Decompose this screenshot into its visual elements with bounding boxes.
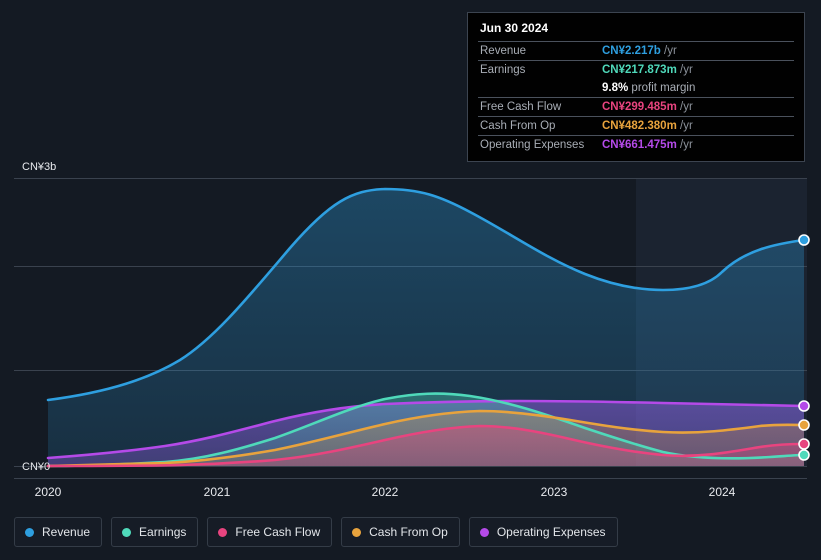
tooltip-value-cash-from-op: CN¥482.380m [602, 120, 677, 132]
x-tick-2023: 2023 [541, 485, 568, 499]
tooltip-row-cash-from-op: Cash From Op CN¥482.380m /yr [478, 116, 794, 136]
legend-item-free-cash-flow[interactable]: Free Cash Flow [207, 517, 333, 547]
chart-legend: Revenue Earnings Free Cash Flow Cash Fro… [14, 517, 618, 547]
tooltip-unit-revenue: /yr [664, 45, 677, 57]
legend-label-operating-expenses: Operating Expenses [496, 525, 606, 539]
legend-item-operating-expenses[interactable]: Operating Expenses [468, 517, 618, 547]
tooltip-label-operating-expenses: Operating Expenses [478, 135, 600, 154]
financial-chart-page: CN¥3b CN¥0 2020 2021 2022 2023 2024 Jun … [0, 0, 821, 560]
tooltip-row-operating-expenses: Operating Expenses CN¥661.475m /yr [478, 135, 794, 154]
tooltip-label-spacer [478, 79, 600, 98]
free-cash-flow-color-dot [218, 527, 228, 537]
tooltip-table: Revenue CN¥2.217b /yr Earnings CN¥217.87… [478, 41, 794, 154]
tooltip-unit-free-cash-flow: /yr [680, 101, 693, 113]
cash-from-op-color-dot [352, 527, 362, 537]
x-tick-2020: 2020 [35, 485, 62, 499]
tooltip-value-profit-margin: 9.8% [602, 82, 629, 94]
x-tick-2024: 2024 [709, 485, 736, 499]
tooltip-unit-operating-expenses: /yr [680, 139, 693, 151]
tooltip-label-earnings: Earnings [478, 60, 600, 79]
legend-label-earnings: Earnings [139, 525, 187, 539]
endpoint-operating-expenses [798, 400, 810, 412]
tooltip-unit-earnings: /yr [680, 64, 693, 76]
tooltip-row-revenue: Revenue CN¥2.217b /yr [478, 41, 794, 61]
x-tick-2021: 2021 [204, 485, 231, 499]
y-axis-bottom-label: CN¥0 [22, 461, 50, 473]
tooltip-value-revenue: CN¥2.217b [602, 45, 661, 57]
endpoint-earnings [798, 449, 810, 461]
tooltip-label-free-cash-flow: Free Cash Flow [478, 97, 600, 117]
tooltip-value-free-cash-flow: CN¥299.485m [602, 101, 677, 113]
tooltip-value-earnings: CN¥217.873m [602, 64, 677, 76]
legend-item-cash-from-op[interactable]: Cash From Op [341, 517, 460, 547]
endpoint-cash-from-op [798, 419, 810, 431]
legend-label-cash-from-op: Cash From Op [369, 525, 448, 539]
endpoint-free-cash-flow [798, 438, 810, 450]
earnings-color-dot [122, 527, 132, 537]
tooltip-row-profit-margin: 9.8% profit margin [478, 79, 794, 98]
legend-item-earnings[interactable]: Earnings [111, 517, 199, 547]
tooltip-label-cash-from-op: Cash From Op [478, 116, 600, 136]
tooltip-label-revenue: Revenue [478, 41, 600, 61]
tooltip-date: Jun 30 2024 [480, 21, 549, 35]
operating-expenses-color-dot [479, 527, 489, 537]
tooltip-row-earnings: Earnings CN¥217.873m /yr [478, 60, 794, 79]
y-axis-top-label: CN¥3b [22, 161, 56, 173]
tooltip-unit-cash-from-op: /yr [680, 120, 693, 132]
chart-tooltip: Jun 30 2024 Revenue CN¥2.217b /yr Earnin… [467, 12, 805, 162]
legend-item-revenue[interactable]: Revenue [14, 517, 103, 547]
x-tick-2022: 2022 [372, 485, 399, 499]
endpoint-revenue [798, 234, 810, 246]
legend-label-revenue: Revenue [42, 525, 91, 539]
tooltip-label-profit-margin: profit margin [631, 82, 696, 94]
legend-label-free-cash-flow: Free Cash Flow [235, 525, 321, 539]
revenue-color-dot [25, 527, 34, 537]
tooltip-value-operating-expenses: CN¥661.475m [602, 139, 677, 151]
tooltip-row-free-cash-flow: Free Cash Flow CN¥299.485m /yr [478, 97, 794, 117]
